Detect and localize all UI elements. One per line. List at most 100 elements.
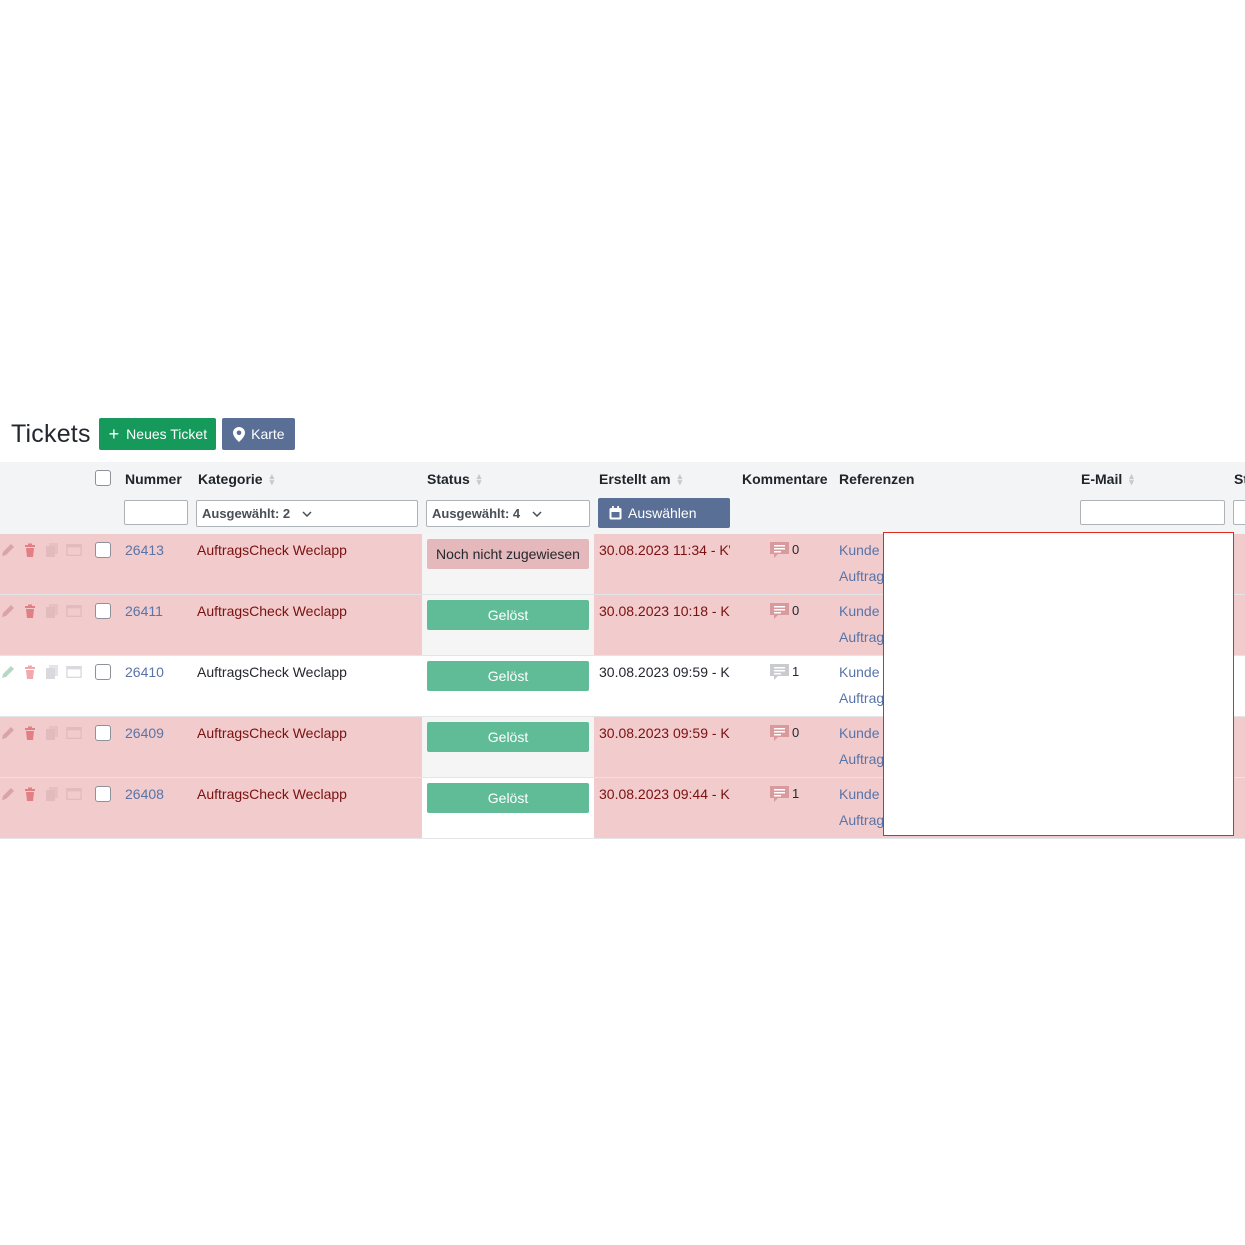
new-ticket-button[interactable]: + Neues Ticket (98, 418, 217, 450)
window-icon[interactable] (66, 542, 82, 558)
status-badge[interactable]: Gelöst (427, 783, 589, 813)
sort-icon[interactable]: ▴ ▾ (678, 472, 683, 487)
map-button[interactable]: Karte (222, 418, 295, 450)
new-ticket-label: Neues Ticket (126, 426, 208, 442)
column-number-label: Nummer (125, 471, 182, 487)
cut-off-filter-input[interactable] (1233, 500, 1245, 525)
delete-icon[interactable] (22, 603, 38, 619)
column-status-label: Status (427, 471, 470, 487)
category-filter-select[interactable]: Ausgewählt: 2 (196, 500, 418, 527)
row-divider (0, 838, 1245, 839)
column-status[interactable]: Status ▴ ▾ (427, 471, 481, 487)
copy-icon[interactable] (44, 542, 60, 558)
edit-icon[interactable] (0, 664, 16, 680)
copy-icon[interactable] (44, 603, 60, 619)
copy-icon[interactable] (44, 725, 60, 741)
delete-icon[interactable] (22, 786, 38, 802)
delete-icon[interactable] (22, 542, 38, 558)
sort-icon[interactable]: ▴ ▾ (270, 472, 275, 487)
select-all-checkbox[interactable] (95, 470, 111, 486)
map-label: Karte (251, 426, 285, 442)
status-label: Noch nicht zugewiesen (436, 546, 580, 562)
ticket-category: AuftragsCheck Weclapp (197, 542, 347, 558)
redacted-area (883, 532, 1234, 836)
comment-icon[interactable] (769, 785, 790, 803)
window-icon[interactable] (66, 786, 82, 802)
column-category-label: Kategorie (198, 471, 263, 487)
comment-count: 1 (792, 786, 800, 801)
reference-order-link[interactable]: Auftrag (839, 629, 884, 645)
comment-icon[interactable] (769, 724, 790, 742)
ticket-number-link[interactable]: 26413 (125, 542, 164, 558)
row-actions (0, 664, 82, 680)
comment-icon[interactable] (769, 602, 790, 620)
ticket-number-link[interactable]: 26409 (125, 725, 164, 741)
reference-customer-link[interactable]: Kunde (839, 786, 879, 802)
plus-icon: + (108, 424, 120, 444)
row-checkbox[interactable] (95, 725, 111, 741)
table-header: Nummer Kategorie ▴ ▾ Status ▴ ▾ Erstellt a… (0, 462, 1245, 534)
reference-order-link[interactable]: Auftrag (839, 812, 884, 828)
status-label: Gelöst (487, 607, 529, 623)
created-date: 30.08.2023 09:44 - K (599, 786, 730, 802)
window-icon[interactable] (66, 725, 82, 741)
status-badge[interactable]: Noch nicht zugewiesen (427, 539, 589, 569)
reference-customer-link[interactable]: Kunde (839, 603, 879, 619)
created-date: 30.08.2023 09:59 - K (599, 664, 730, 680)
comment-icon[interactable] (769, 541, 790, 559)
column-number: Nummer (125, 471, 182, 487)
ticket-number-link[interactable]: 26410 (125, 664, 164, 680)
reference-order-link[interactable]: Auftrag (839, 690, 884, 706)
reference-customer-link[interactable]: Kunde (839, 542, 879, 558)
row-actions (0, 542, 82, 558)
status-label: Gelöst (487, 729, 529, 745)
chevron-down-icon (532, 510, 542, 517)
ticket-category: AuftragsCheck Weclapp (197, 725, 347, 741)
ticket-number-link[interactable]: 26411 (125, 603, 163, 619)
copy-icon[interactable] (44, 664, 60, 680)
column-created[interactable]: Erstellt am ▴ ▾ (599, 471, 682, 487)
comment-count: 0 (792, 542, 800, 557)
comment-count: 1 (792, 664, 800, 679)
edit-icon[interactable] (0, 603, 16, 619)
status-label: Gelöst (487, 668, 529, 684)
row-checkbox[interactable] (95, 786, 111, 802)
copy-icon[interactable] (44, 786, 60, 802)
row-actions (0, 603, 82, 619)
date-filter-button[interactable]: Auswählen (598, 498, 730, 528)
delete-icon[interactable] (22, 664, 38, 680)
status-badge[interactable]: Gelöst (427, 722, 589, 752)
window-icon[interactable] (66, 603, 82, 619)
reference-order-link[interactable]: Auftrag (839, 568, 884, 584)
column-category[interactable]: Kategorie ▴ ▾ (198, 471, 274, 487)
status-badge[interactable]: Gelöst (427, 661, 589, 691)
comment-icon[interactable] (769, 663, 790, 681)
status-filter-value: Ausgewählt: 4 (432, 506, 521, 521)
status-filter-select[interactable]: Ausgewählt: 4 (426, 500, 590, 527)
created-date: 30.08.2023 11:34 - KW (599, 542, 730, 558)
comment-count: 0 (792, 725, 800, 740)
status-label: Gelöst (487, 790, 529, 806)
reference-customer-link[interactable]: Kunde (839, 725, 879, 741)
column-comments-label: Kommentare (742, 471, 828, 487)
row-checkbox[interactable] (95, 664, 111, 680)
sort-icon[interactable]: ▴ ▾ (477, 472, 482, 487)
delete-icon[interactable] (22, 725, 38, 741)
ticket-number-link[interactable]: 26408 (125, 786, 164, 802)
email-filter-input[interactable] (1080, 500, 1225, 525)
reference-customer-link[interactable]: Kunde (839, 664, 879, 680)
column-email[interactable]: E-Mail ▴ ▾ (1081, 471, 1134, 487)
edit-icon[interactable] (0, 542, 16, 558)
window-icon[interactable] (66, 664, 82, 680)
sort-icon[interactable]: ▴ ▾ (1129, 472, 1134, 487)
reference-order-link[interactable]: Auftrag (839, 751, 884, 767)
row-checkbox[interactable] (95, 603, 111, 619)
column-created-label: Erstellt am (599, 471, 671, 487)
row-checkbox[interactable] (95, 542, 111, 558)
edit-icon[interactable] (0, 725, 16, 741)
number-filter-input[interactable] (124, 500, 188, 525)
ticket-category: AuftragsCheck Weclapp (197, 664, 347, 680)
edit-icon[interactable] (0, 786, 16, 802)
column-references-label: Referenzen (839, 471, 915, 487)
status-badge[interactable]: Gelöst (427, 600, 589, 630)
